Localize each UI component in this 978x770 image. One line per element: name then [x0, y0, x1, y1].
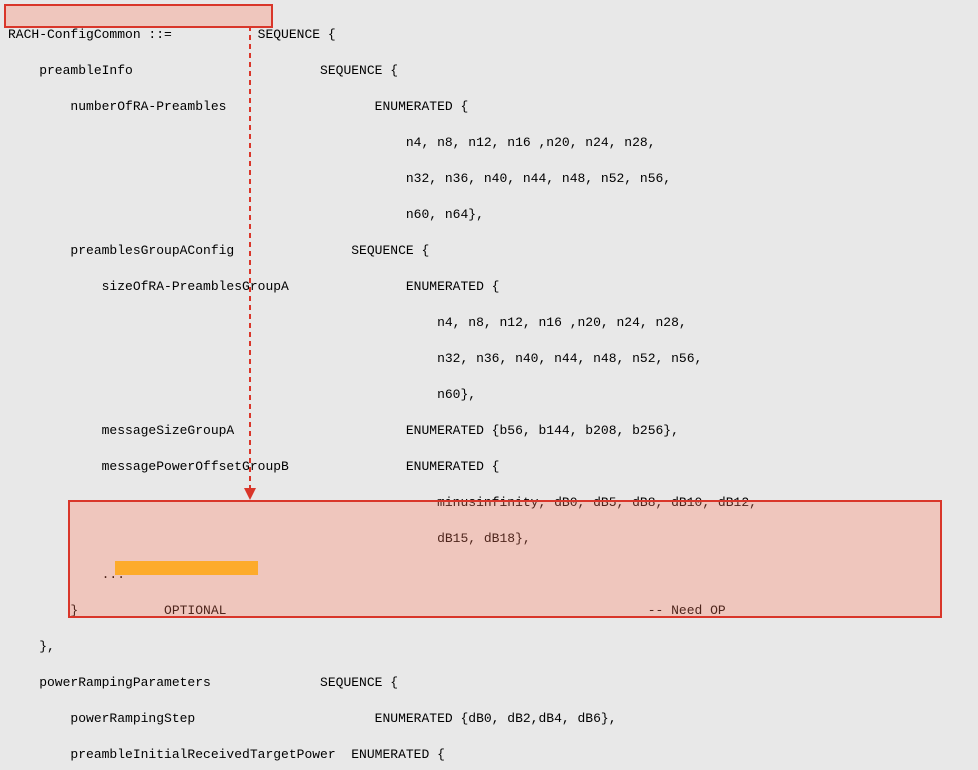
code-line: n60},	[8, 387, 476, 402]
code-line: RACH-ConfigCommon ::= SEQUENCE {	[8, 27, 336, 42]
code-line: ...	[8, 567, 125, 582]
code-line: n60, n64},	[8, 207, 484, 222]
code-line: preambleInitialReceivedTargetPower ENUME…	[8, 747, 445, 762]
code-line: messagePowerOffsetGroupB ENUMERATED {	[8, 459, 499, 474]
code-line: messageSizeGroupA ENUMERATED {b56, b144,…	[8, 423, 679, 438]
code-line: preambleInfo SEQUENCE {	[8, 63, 398, 78]
code-line: dB15, dB18},	[8, 531, 531, 546]
code-line: powerRampingStep ENUMERATED {dB0, dB2,dB…	[8, 711, 617, 726]
code-line: powerRampingParameters SEQUENCE {	[8, 675, 398, 690]
code-line: n32, n36, n40, n44, n48, n52, n56,	[8, 171, 671, 186]
code-line: n4, n8, n12, n16 ,n20, n24, n28,	[8, 135, 656, 150]
code-line: n32, n36, n40, n44, n48, n52, n56,	[8, 351, 702, 366]
code-line: } OPTIONAL -- Need OP	[8, 603, 726, 618]
code-line: n4, n8, n12, n16 ,n20, n24, n28,	[8, 315, 687, 330]
code-line: sizeOfRA-PreamblesGroupA ENUMERATED {	[8, 279, 499, 294]
code-line: preamblesGroupAConfig SEQUENCE {	[8, 243, 429, 258]
code-line: minusinfinity, dB0, dB5, dB8, dB10, dB12…	[8, 495, 757, 510]
asn1-code-block: RACH-ConfigCommon ::= SEQUENCE { preambl…	[0, 0, 978, 770]
code-line: numberOfRA-Preambles ENUMERATED {	[8, 99, 468, 114]
code-line: },	[8, 639, 55, 654]
